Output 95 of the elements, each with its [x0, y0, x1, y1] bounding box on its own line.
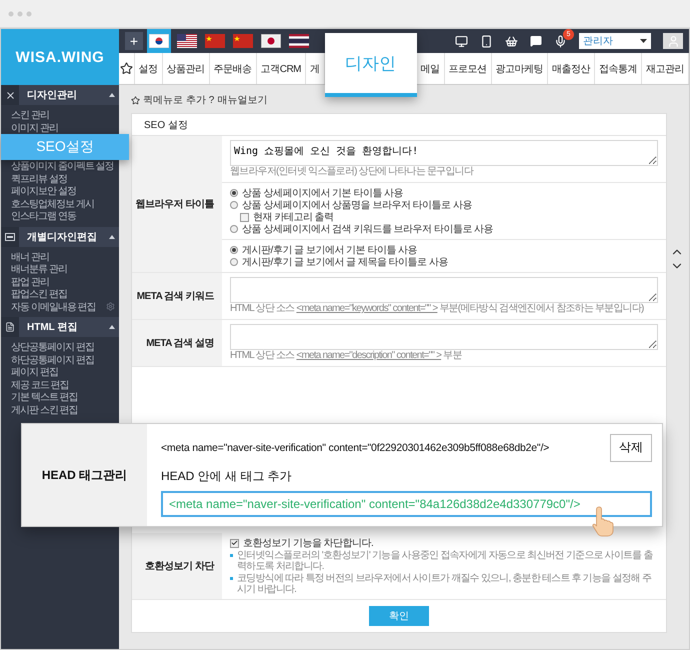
note-text: 인터넷익스플로러의 '호환성보기' 기능을 사용중인 접속자에게 자동으로 최신버전 기준으로 사이트를 출력하도록 처리합니다.: [237, 550, 654, 572]
menu-tab[interactable]: 메일: [416, 53, 444, 84]
caret-icon: [109, 93, 115, 97]
sidebar-item[interactable]: 하단공통페이지 편집: [1, 354, 119, 366]
sidebar-item[interactable]: 스킨 관리: [1, 109, 119, 122]
option-label: 호환성보기 기능을 차단합니다.: [243, 537, 374, 550]
menu-tab[interactable]: 프로모션: [444, 53, 492, 84]
language-button[interactable]: [147, 29, 171, 53]
document-icon: [5, 322, 15, 332]
menu-tab[interactable]: 매출정산: [548, 53, 595, 84]
caret-icon: [109, 325, 115, 329]
option-label: 현재 카테고리 출력: [253, 211, 334, 224]
caret-icon: [109, 234, 115, 238]
field-label: 호환성보기 차단: [132, 533, 222, 599]
option-label: 게시판/후기 글 보기에서 글 제목을 타이틀로 사용: [242, 256, 448, 269]
checkbox[interactable]: [240, 212, 249, 222]
sidebar-item[interactable]: 제공 코드 편집: [1, 378, 119, 391]
field-hint: 웹브라우저(인터넷 익스플로러) 상단에 나타나는 문구입니다: [230, 166, 474, 178]
quick-menu-link[interactable]: 퀵메뉴로 추가: [143, 93, 206, 107]
radio-button[interactable]: [230, 201, 238, 209]
flag-icon: [261, 34, 281, 48]
menu-tab[interactable]: 고객CRM: [256, 53, 306, 84]
favorite-icon[interactable]: [120, 62, 133, 75]
sidebar-item[interactable]: 상품이미지 줌이펙트 설정: [1, 160, 119, 172]
flag-icon: [177, 34, 197, 48]
sidebar-item[interactable]: 페이지보안 설정: [1, 185, 119, 198]
option-label: 상품 상세페이지에서 상품명을 브라우저 타이틀로 사용: [242, 199, 472, 212]
flag-icon: [149, 34, 169, 48]
option-label: 상품 상세페이지에서 기본 타이틀 사용: [242, 187, 404, 200]
section-title: 개별디자인편집: [27, 230, 98, 244]
sidebar-item[interactable]: 호스팅업체정보 게시: [1, 198, 119, 210]
sidebar-section-header[interactable]: 개별디자인편집: [1, 226, 119, 246]
radio-button[interactable]: [230, 189, 238, 197]
sidebar-item[interactable]: 상단공통페이지 편집: [1, 341, 119, 354]
input-field[interactable]: [230, 277, 658, 303]
sidebar-item[interactable]: 퀵프리뷰 설정: [1, 172, 119, 185]
section-title: 디자인관리: [27, 89, 78, 102]
bullet-icon: [230, 577, 233, 580]
sidebar-item[interactable]: 이미지 관리: [1, 122, 119, 134]
monitor-icon[interactable]: [455, 34, 468, 48]
sidebar-section-header[interactable]: HTML 편집: [1, 317, 119, 337]
menu-tab[interactable]: 광고마케팅: [492, 53, 548, 84]
sidebar-item[interactable]: 배너분류 관리: [1, 263, 119, 276]
field-hint: HTML 상단 소스 <meta name="description" content="" > 부분: [230, 350, 463, 362]
sidebar-item[interactable]: 팝업 관리: [1, 276, 119, 288]
window-dots-icon: [8, 10, 32, 16]
chat-icon[interactable]: [530, 35, 542, 47]
flag-icon: [233, 34, 253, 48]
close-icon[interactable]: [4, 90, 16, 100]
checkbox[interactable]: [230, 538, 239, 548]
sidebar-item[interactable]: 팝업스킨 편집: [1, 288, 119, 300]
sidebar-item[interactable]: 자동 이메일내용 편집: [1, 300, 119, 313]
basket-icon[interactable]: [505, 34, 518, 48]
radio-button[interactable]: [230, 258, 238, 266]
new-tag-label: HEAD 안에 새 태그 추가: [161, 468, 293, 484]
field-label: 웹브라우저 타이틀: [132, 136, 222, 272]
input-field[interactable]: [230, 324, 658, 350]
menu-tab[interactable]: 접속통계: [595, 53, 642, 84]
manual-link[interactable]: 매뉴얼보기: [217, 93, 268, 107]
field-label: META 검색 키워드: [132, 273, 222, 319]
head-tag-text: <meta name="naver-site-verification" content="0f22920301462e309b5ff088e68db2e"/>: [161, 442, 550, 454]
pointing-hand-icon: [590, 504, 616, 536]
radio-button[interactable]: [230, 246, 238, 254]
field-label: HEAD 태그관리: [22, 424, 147, 526]
sidebar-section-header[interactable]: 디자인관리: [1, 85, 119, 105]
help-mark[interactable]: ?: [208, 94, 214, 106]
settings-icon[interactable]: [106, 302, 115, 312]
field-label: META 검색 설명: [132, 320, 222, 366]
flag-icon: [205, 34, 225, 48]
menu-tab[interactable]: 재고관리: [642, 53, 689, 84]
radio-button[interactable]: [230, 225, 238, 233]
delete-button[interactable]: 삭제: [610, 434, 652, 462]
bullet-icon: [230, 554, 233, 557]
menu-tab[interactable]: 설정: [134, 53, 163, 84]
sidebar-item[interactable]: 배너 관리: [1, 250, 119, 263]
sidebar-item[interactable]: 게시판 스킨 편집: [1, 404, 119, 416]
sidebar-item[interactable]: 페이지 편집: [1, 366, 119, 378]
sidebar-item[interactable]: 인스타그램 연동: [1, 210, 119, 222]
section-title: HTML 편집: [27, 321, 78, 334]
star-icon[interactable]: [131, 96, 140, 104]
microphone-icon[interactable]: [554, 34, 567, 48]
field-hint: HTML 상단 소스 <meta name="keywords" content="" > 부분(메타방식 검색엔진에서 참조하는 부분입니다): [230, 303, 645, 315]
option-label: 상품 상세페이지에서 검색 키워드를 브라우저 타이틀로 사용: [242, 223, 494, 236]
caret-icon: [640, 39, 647, 43]
flag-icon: [289, 34, 309, 48]
panel-icon: [5, 232, 15, 240]
add-button[interactable]: +: [125, 32, 143, 50]
phone-icon[interactable]: [480, 34, 493, 48]
sidebar-item[interactable]: 기본 텍스트 편집: [1, 391, 119, 404]
user-select[interactable]: 관리자: [579, 33, 651, 49]
menu-tab[interactable]: 주문배송: [210, 53, 257, 84]
note-text: 코딩방식에 따라 특정 버전의 브라우저에서 사이트가 깨질수 있으니, 충분한 테스트 후 기능을 설정해 주시기 바랍니다.: [237, 573, 652, 595]
option-label: 게시판/후기 글 보기에서 기본 타이틀 사용: [242, 244, 418, 257]
input-field[interactable]: Wing 쇼핑몰에 오신 것을 환영합니다!: [230, 140, 658, 166]
menu-tab[interactable]: 상품관리: [162, 53, 210, 84]
